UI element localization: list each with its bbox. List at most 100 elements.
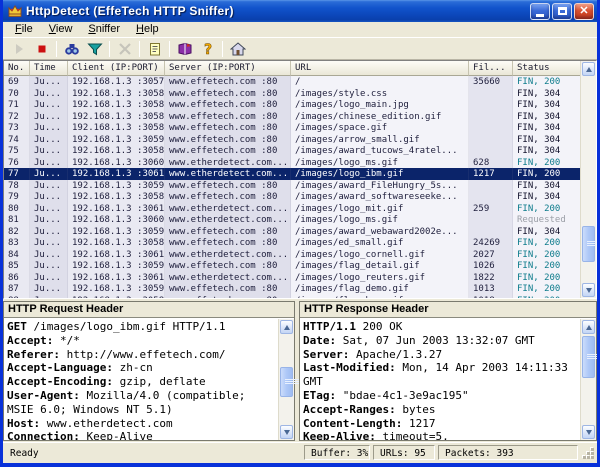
close-button[interactable]: ✕ <box>574 3 594 20</box>
table-row[interactable]: 87Ju...192.168.1.3 :3059www.effetech.com… <box>4 283 580 295</box>
scroll-up-button[interactable] <box>582 62 595 76</box>
response-panel-scrollbar[interactable] <box>580 319 596 440</box>
row-no: 80 <box>4 203 30 215</box>
toolbar: ? <box>3 38 597 60</box>
request-panel-scrollbar[interactable] <box>278 319 294 440</box>
row-status: FIN, 200 <box>513 283 580 295</box>
svg-text:?: ? <box>203 42 211 57</box>
home-button[interactable] <box>226 39 249 59</box>
stop-capture-button[interactable] <box>30 39 53 59</box>
table-row[interactable]: 76Ju...192.168.1.3 :3060www.etherdetect.… <box>4 157 580 169</box>
manual-button[interactable] <box>173 39 196 59</box>
stop-capture-icon <box>34 41 50 57</box>
menu-view[interactable]: View <box>42 22 80 37</box>
row-no: 73 <box>4 122 30 134</box>
column-header-no[interactable]: No. <box>4 61 30 76</box>
column-header-status[interactable]: Status <box>513 61 580 76</box>
header-line: Content-Length: 1217 <box>303 417 580 431</box>
scroll-down-button[interactable] <box>582 425 595 439</box>
row-server: www.effetech.com :80 <box>165 111 291 123</box>
header-line: GMT <box>303 375 580 389</box>
header-line: Keep-Alive: timeout=5, <box>303 430 580 440</box>
status-packets: Packets: 393 <box>438 445 578 460</box>
table-row[interactable]: 74Ju...192.168.1.3 :3059www.effetech.com… <box>4 134 580 146</box>
row-url: /images/logo_main.jpg <box>291 99 469 111</box>
scroll-up-button[interactable] <box>582 320 595 334</box>
table-vertical-scrollbar[interactable] <box>580 61 596 298</box>
row-filesize: 1018 <box>469 295 513 299</box>
table-row[interactable]: 83Ju...192.168.1.3 :3058www.effetech.com… <box>4 237 580 249</box>
toolbar-separator <box>109 41 110 57</box>
row-filesize <box>469 214 513 226</box>
row-url: /images/award_tucows_4ratel... <box>291 145 469 157</box>
minimize-button[interactable] <box>530 3 550 20</box>
row-status: FIN, 304 <box>513 226 580 238</box>
column-header-url[interactable]: URL <box>291 61 469 76</box>
help-button[interactable]: ? <box>196 39 219 59</box>
table-row[interactable]: 80Ju...192.168.1.3 :3061www.etherdetect.… <box>4 203 580 215</box>
row-filesize <box>469 180 513 192</box>
table-row[interactable]: 69Ju...192.168.1.3 :3057www.effetech.com… <box>4 76 580 88</box>
header-line: GET /images/logo_ibm.gif HTTP/1.1 <box>7 320 278 334</box>
row-client: 192.168.1.3 :3058 <box>68 237 165 249</box>
status-buffer: Buffer: 3% <box>304 445 370 460</box>
maximize-button[interactable] <box>552 3 572 20</box>
row-client: 192.168.1.3 :3059 <box>68 226 165 238</box>
row-filesize: 1026 <box>469 260 513 272</box>
header-line: Accept-Encoding: gzip, deflate <box>7 375 278 389</box>
row-server: www.effetech.com :80 <box>165 237 291 249</box>
header-line: Date: Sat, 07 Jun 2003 13:32:07 GMT <box>303 334 580 348</box>
menu-help[interactable]: Help <box>129 22 166 37</box>
row-url: /images/logo_ms.gif <box>291 157 469 169</box>
scrollbar-thumb[interactable] <box>280 367 293 397</box>
table-row[interactable]: 86Ju...192.168.1.3 :3061www.etherdetect.… <box>4 272 580 284</box>
row-server: www.effetech.com :80 <box>165 191 291 203</box>
row-no: 71 <box>4 99 30 111</box>
table-row[interactable]: 73Ju...192.168.1.3 :3058www.effetech.com… <box>4 122 580 134</box>
scrollbar-thumb[interactable] <box>582 226 595 262</box>
table-row[interactable]: 71Ju...192.168.1.3 :3058www.effetech.com… <box>4 99 580 111</box>
scroll-down-button[interactable] <box>582 283 595 297</box>
table-row[interactable]: 85Ju...192.168.1.3 :3059www.effetech.com… <box>4 260 580 272</box>
row-no: 77 <box>4 168 30 180</box>
table-row[interactable]: 84Ju...192.168.1.3 :3061www.etherdetect.… <box>4 249 580 261</box>
row-server: www.effetech.com :80 <box>165 295 291 299</box>
clear-button[interactable] <box>113 39 136 59</box>
menu-file[interactable]: File <box>8 22 40 37</box>
row-no: 84 <box>4 249 30 261</box>
row-url: / <box>291 76 469 88</box>
table-row[interactable]: 79Ju...192.168.1.3 :3058www.effetech.com… <box>4 191 580 203</box>
header-line: Host: www.etherdetect.com <box>7 417 278 431</box>
resize-grip[interactable] <box>581 446 595 460</box>
header-line: Accept: */* <box>7 334 278 348</box>
find-button[interactable] <box>60 39 83 59</box>
log-button[interactable] <box>143 39 166 59</box>
column-header-filesize[interactable]: Fil... <box>469 61 513 76</box>
column-header-time[interactable]: Time <box>30 61 68 76</box>
header-panels: HTTP Request Header GET /images/logo_ibm… <box>3 299 597 442</box>
status-ready-text: Ready <box>5 446 304 459</box>
column-header-client[interactable]: Client (IP:PORT) <box>68 61 165 76</box>
table-row[interactable]: 88Ju...192.168.1.3 :3058www.effetech.com… <box>4 295 580 299</box>
filter-button[interactable] <box>83 39 106 59</box>
row-client: 192.168.1.3 :3059 <box>68 283 165 295</box>
row-filesize: 2027 <box>469 249 513 261</box>
row-server: www.effetech.com :80 <box>165 283 291 295</box>
row-no: 70 <box>4 88 30 100</box>
menu-sniffer[interactable]: Sniffer <box>81 22 127 37</box>
start-capture-button[interactable] <box>7 39 30 59</box>
scroll-up-button[interactable] <box>280 320 293 334</box>
table-row[interactable]: 81Ju...192.168.1.3 :3060www.etherdetect.… <box>4 214 580 226</box>
table-row[interactable]: 75Ju...192.168.1.3 :3058www.effetech.com… <box>4 145 580 157</box>
row-status: FIN, 200 <box>513 157 580 169</box>
scroll-down-button[interactable] <box>280 425 293 439</box>
table-row[interactable]: 70Ju...192.168.1.3 :3058www.effetech.com… <box>4 88 580 100</box>
table-row[interactable]: 82Ju...192.168.1.3 :3059www.effetech.com… <box>4 226 580 238</box>
header-line: ETag: "bdae-4c1-3e9ac195" <box>303 389 580 403</box>
row-time: Ju... <box>30 168 68 180</box>
table-row[interactable]: 77Ju...192.168.1.3 :3061www.etherdetect.… <box>4 168 580 180</box>
table-row[interactable]: 78Ju...192.168.1.3 :3059www.effetech.com… <box>4 180 580 192</box>
table-row[interactable]: 72Ju...192.168.1.3 :3058www.effetech.com… <box>4 111 580 123</box>
column-header-server[interactable]: Server (IP:PORT) <box>165 61 291 76</box>
scrollbar-thumb[interactable] <box>582 336 595 378</box>
